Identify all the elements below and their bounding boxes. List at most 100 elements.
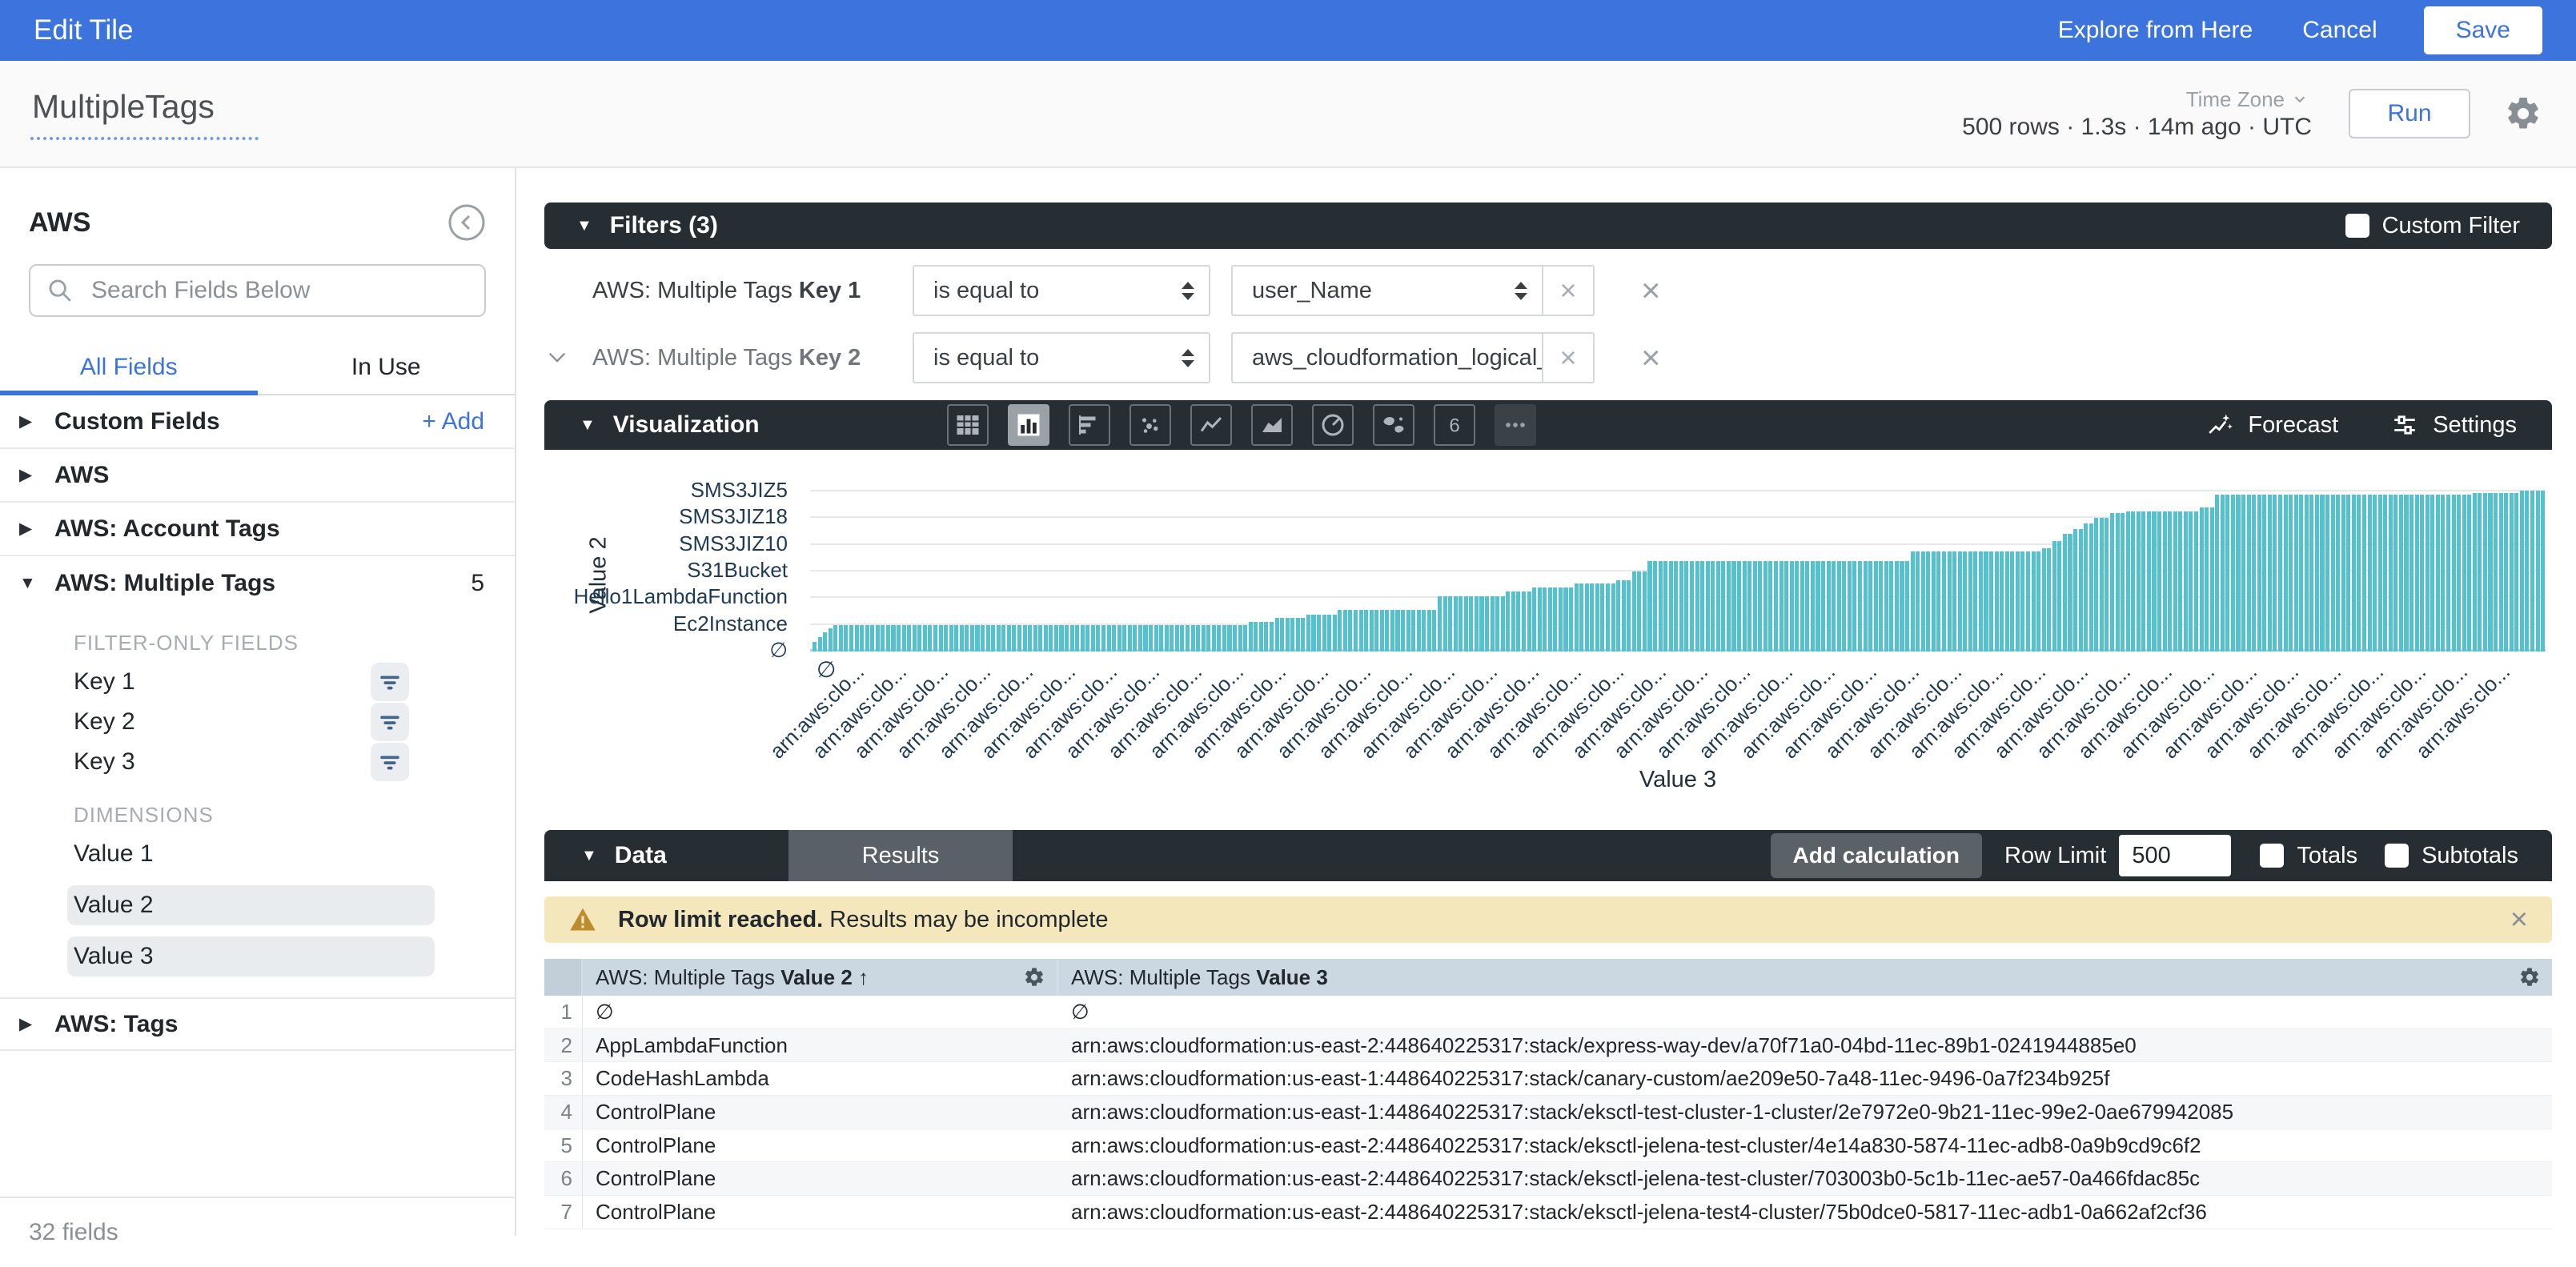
chart-bar[interactable]	[1768, 561, 1772, 652]
chart-bar[interactable]	[1532, 587, 1536, 652]
chart-bar[interactable]	[1511, 591, 1515, 652]
chart-bar[interactable]	[1448, 596, 1452, 652]
chart-bar[interactable]	[1653, 561, 1657, 652]
chart-bar[interactable]	[1868, 561, 1872, 652]
chart-bar[interactable]	[1611, 583, 1615, 652]
chart-bar[interactable]	[1936, 551, 1940, 652]
viz-type-area-icon[interactable]	[1251, 404, 1293, 446]
chart-bar[interactable]	[2157, 511, 2161, 652]
chart-bar[interactable]	[1374, 610, 1378, 652]
chart-bar[interactable]	[2467, 495, 2471, 652]
chart-bar[interactable]	[1390, 610, 1394, 652]
filter-icon[interactable]	[371, 663, 409, 701]
chart-bar[interactable]	[2446, 495, 2450, 652]
chart-bar[interactable]	[933, 625, 937, 652]
chart-bar[interactable]	[813, 642, 817, 652]
viz-type-pie-icon[interactable]	[1312, 404, 1354, 446]
cell-value3[interactable]: ∅	[1058, 1000, 2552, 1024]
query-title[interactable]: MultipleTags	[30, 88, 259, 140]
chart-bar[interactable]	[2420, 495, 2424, 652]
chart-bar[interactable]	[2079, 529, 2083, 652]
chart-bar[interactable]	[881, 625, 885, 652]
chart-bar[interactable]	[2247, 495, 2251, 652]
chart-bar[interactable]	[2441, 495, 2445, 652]
field-value-1[interactable]: Value 1	[0, 834, 515, 874]
viz-type-column-icon[interactable]	[1008, 404, 1049, 446]
chart-bar[interactable]	[1895, 561, 1899, 652]
chart-bar[interactable]	[928, 625, 932, 652]
viz-type-map-icon[interactable]	[1373, 404, 1414, 446]
chart-bar[interactable]	[1800, 561, 1804, 652]
chart-bar[interactable]	[1711, 561, 1715, 652]
chart-bar[interactable]	[2063, 534, 2067, 652]
chart-bar[interactable]	[1033, 625, 1037, 652]
chart-bar[interactable]	[1364, 610, 1368, 652]
chart-bar[interactable]	[1842, 561, 1846, 652]
chart-bar[interactable]	[2331, 495, 2335, 652]
chart-bar[interactable]	[1475, 596, 1479, 652]
chart-bar[interactable]	[1690, 561, 1694, 652]
chart-bar[interactable]	[2436, 495, 2440, 652]
chart-bar[interactable]	[1296, 618, 1300, 652]
chart-bar[interactable]	[2478, 493, 2482, 652]
column-header-value3[interactable]: AWS: Multiple Tags Value 3	[1058, 959, 2552, 996]
chart-bar[interactable]	[1995, 551, 1999, 652]
chart-bar[interactable]	[2309, 495, 2313, 652]
chart-bar[interactable]	[1180, 625, 1184, 652]
chart-bar[interactable]	[1154, 625, 1158, 652]
chart-bar[interactable]	[1023, 625, 1027, 652]
chart-bar[interactable]	[1674, 561, 1678, 652]
chart-bar[interactable]	[1001, 625, 1005, 652]
chart-bar[interactable]	[1679, 561, 1683, 652]
chart-bar[interactable]	[1432, 610, 1436, 652]
chart-bar[interactable]	[1354, 610, 1358, 652]
chart-bar[interactable]	[1012, 625, 1016, 652]
chart-bar[interactable]	[1206, 625, 1210, 652]
chart-bar[interactable]	[1212, 625, 1216, 652]
chart-bar[interactable]	[1942, 551, 1946, 652]
run-button[interactable]: Run	[2349, 89, 2470, 138]
section-aws-account-tags[interactable]: ▶ AWS: Account Tags	[0, 503, 515, 556]
chart-bar[interactable]	[1443, 596, 1447, 652]
chart-bar[interactable]	[1874, 561, 1878, 652]
totals-checkbox[interactable]	[2260, 844, 2284, 868]
chart-bar[interactable]	[1559, 587, 1563, 652]
chart-bar[interactable]	[2110, 513, 2114, 652]
chart-bar[interactable]	[1816, 561, 1820, 652]
chart-bar[interactable]	[1311, 615, 1315, 652]
chart-bar[interactable]	[1485, 596, 1489, 652]
chart-bar[interactable]	[986, 625, 990, 652]
chart-bar[interactable]	[1222, 625, 1226, 652]
chart-bar[interactable]	[2499, 493, 2503, 652]
chart-bar[interactable]	[1049, 625, 1053, 652]
forecast-button[interactable]: Forecast	[2206, 411, 2338, 439]
chart-bar[interactable]	[1563, 587, 1567, 652]
cell-value3[interactable]: arn:aws:cloudformation:us-east-2:4486402…	[1058, 1133, 2552, 1158]
chart-bar[interactable]	[1763, 561, 1767, 652]
chart-bar[interactable]	[1774, 561, 1778, 652]
chart-bar[interactable]	[1921, 551, 1925, 652]
chart-bar[interactable]	[1348, 610, 1352, 652]
chart-bar[interactable]	[1464, 596, 1468, 652]
chart-bar[interactable]	[1117, 625, 1121, 652]
chart-bar[interactable]	[1186, 625, 1190, 652]
chart-bar[interactable]	[865, 625, 869, 652]
chart-bar[interactable]	[2163, 511, 2167, 652]
chart-bar[interactable]	[1149, 625, 1153, 652]
chart-bar[interactable]	[1579, 583, 1583, 652]
chart-bar[interactable]	[965, 625, 969, 652]
chart-bar[interactable]	[833, 625, 837, 652]
chart-bar[interactable]	[2457, 495, 2461, 652]
chart-bar[interactable]	[2536, 491, 2540, 652]
chart-bar[interactable]	[2089, 523, 2093, 652]
chart-bar[interactable]	[2168, 511, 2172, 652]
chart-bar[interactable]	[2032, 551, 2036, 652]
chart-bar[interactable]	[2368, 495, 2372, 652]
chart-bar[interactable]	[1905, 561, 1909, 652]
section-aws-tags[interactable]: ▶ AWS: Tags	[0, 997, 515, 1051]
chart-bar[interactable]	[2462, 495, 2466, 652]
chart-bar[interactable]	[1122, 625, 1126, 652]
cell-value3[interactable]: arn:aws:cloudformation:us-east-1:4486402…	[1058, 1066, 2552, 1091]
chart-bar[interactable]	[2494, 493, 2498, 652]
chart-bar[interactable]	[1637, 571, 1641, 652]
